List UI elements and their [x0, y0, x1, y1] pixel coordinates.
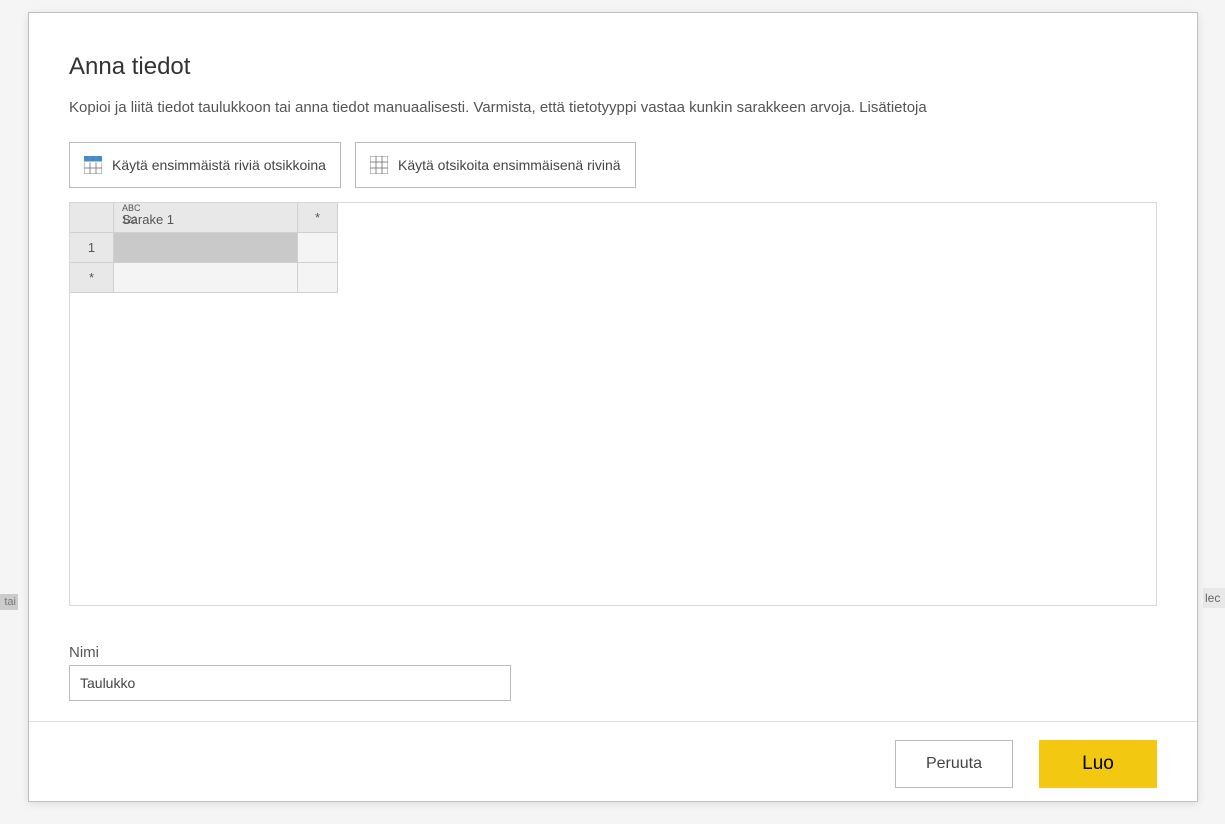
- create-button[interactable]: Luo: [1039, 740, 1157, 788]
- use-first-row-as-headers-button[interactable]: Käytä ensimmäistä riviä otsikkoina: [69, 142, 341, 188]
- column-header-row: ABC123 Sarake 1 *: [114, 203, 338, 233]
- background-fragment-left: tai: [0, 594, 18, 610]
- name-label: Nimi: [69, 644, 1157, 661]
- cancel-button[interactable]: Peruuta: [895, 740, 1013, 788]
- dialog-content: Anna tiedot Kopioi ja liitä tiedot taulu…: [29, 13, 1197, 721]
- table-name-input[interactable]: [69, 665, 511, 701]
- data-grid[interactable]: 1 * ABC123 Sarake 1 *: [69, 202, 1157, 606]
- dialog-description: Kopioi ja liitä tiedot taulukkoon tai an…: [69, 99, 1157, 116]
- column-header-new[interactable]: *: [298, 203, 338, 233]
- background-fragment-right: lec: [1203, 588, 1225, 608]
- button-label: Käytä otsikoita ensimmäisenä rivinä: [398, 157, 621, 173]
- use-headers-as-first-row-button[interactable]: Käytä otsikoita ensimmäisenä rivinä: [355, 142, 636, 188]
- column-name: Sarake 1: [122, 212, 174, 227]
- grid-cell-r1-c1[interactable]: [114, 233, 298, 263]
- name-section: Nimi: [69, 644, 1157, 701]
- data-row-1: [114, 233, 338, 263]
- dialog-title: Anna tiedot: [69, 53, 1157, 81]
- grid-cell-r1-new[interactable]: [298, 233, 338, 263]
- grid-cell-new-c1[interactable]: [114, 263, 298, 293]
- row-header-1[interactable]: 1: [70, 233, 114, 263]
- enter-data-dialog: Anna tiedot Kopioi ja liitä tiedot taulu…: [28, 12, 1198, 802]
- table-header-icon: [84, 156, 102, 174]
- button-label: Käytä ensimmäistä riviä otsikkoina: [112, 157, 326, 173]
- grid-empty-area[interactable]: [70, 293, 1156, 605]
- toolbar: Käytä ensimmäistä riviä otsikkoina Käytä…: [69, 142, 1157, 188]
- row-header-column: 1 *: [70, 203, 114, 293]
- grid-corner-cell[interactable]: [70, 203, 114, 233]
- table-grid-icon: [370, 156, 388, 174]
- row-header-new[interactable]: *: [70, 263, 114, 293]
- grid-cell-new-new[interactable]: [298, 263, 338, 293]
- data-row-new: [114, 263, 338, 293]
- column-header-1[interactable]: ABC123 Sarake 1: [114, 203, 298, 233]
- dialog-footer: Peruuta Luo: [29, 721, 1197, 806]
